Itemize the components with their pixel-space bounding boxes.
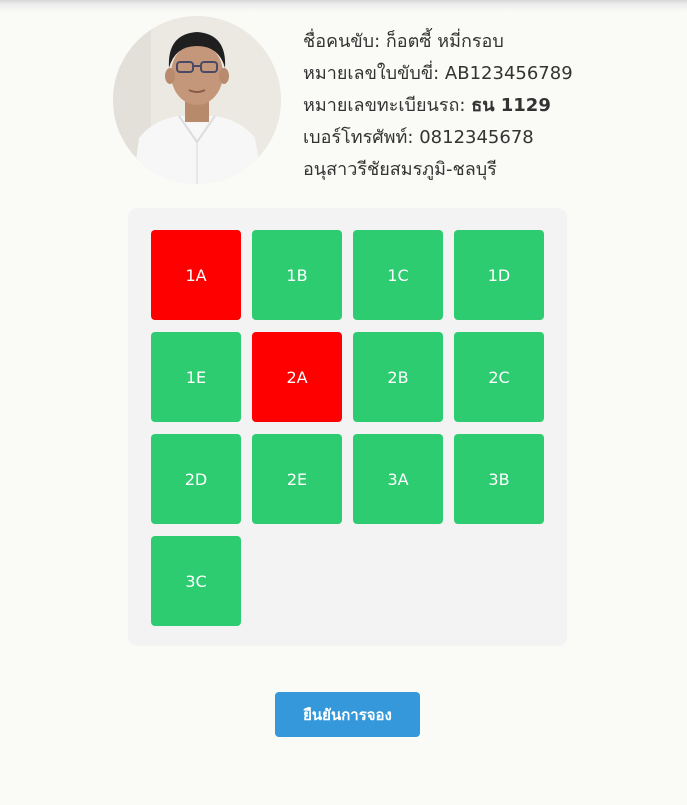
route-name: อนุสาวรีชัยสมรภูมิ-ชลบุรี <box>303 159 497 180</box>
vehicle-plate-label: หมายเลขทะเบียนรถ: <box>303 95 466 116</box>
driver-name-value: ก็อตซี้ หมี่กรอบ <box>385 31 504 52</box>
driver-info: ชื่อคนขับ: ก็อตซี้ หมี่กรอบ หมายเลขใบขับ… <box>303 26 583 186</box>
seat-3c[interactable]: 3C <box>151 536 241 626</box>
seat-1e[interactable]: 1E <box>151 332 241 422</box>
driver-avatar <box>113 16 281 184</box>
seat-1d[interactable]: 1D <box>454 230 544 320</box>
driver-phone-row: เบอร์โทรศัพท์: 0812345678 <box>303 122 583 154</box>
seat-3a[interactable]: 3A <box>353 434 443 524</box>
seat-2b[interactable]: 2B <box>353 332 443 422</box>
vehicle-plate-value: ธน 1129 <box>471 95 551 116</box>
seat-grid: 1A 1B 1C 1D 1E 2A 2B 2C 2D 2E 3A 3B 3C <box>151 230 544 626</box>
driver-phone-label: เบอร์โทรศัพท์: <box>303 127 414 148</box>
top-shadow-bar <box>0 0 687 12</box>
seat-2a[interactable]: 2A <box>252 332 342 422</box>
seat-2c[interactable]: 2C <box>454 332 544 422</box>
driver-license-row: หมายเลขใบขับขี่: AB123456789 <box>303 58 583 90</box>
driver-license-value: AB123456789 <box>444 63 573 84</box>
driver-phone-value: 0812345678 <box>419 127 534 148</box>
seat-2d[interactable]: 2D <box>151 434 241 524</box>
driver-name-label: ชื่อคนขับ: <box>303 31 381 52</box>
seat-1a[interactable]: 1A <box>151 230 241 320</box>
driver-name-row: ชื่อคนขับ: ก็อตซี้ หมี่กรอบ <box>303 26 583 58</box>
seat-map: 1A 1B 1C 1D 1E 2A 2B 2C 2D 2E 3A 3B 3C <box>128 208 567 646</box>
driver-photo <box>113 16 281 184</box>
driver-profile: ชื่อคนขับ: ก็อตซี้ หมี่กรอบ หมายเลขใบขับ… <box>113 16 573 186</box>
driver-license-label: หมายเลขใบขับขี่: <box>303 63 440 84</box>
seat-2e[interactable]: 2E <box>252 434 342 524</box>
seat-1c[interactable]: 1C <box>353 230 443 320</box>
confirm-booking-button[interactable]: ยืนยันการจอง <box>275 692 420 737</box>
seat-3b[interactable]: 3B <box>454 434 544 524</box>
seat-1b[interactable]: 1B <box>252 230 342 320</box>
vehicle-plate-row: หมายเลขทะเบียนรถ: ธน 1129 <box>303 90 583 122</box>
